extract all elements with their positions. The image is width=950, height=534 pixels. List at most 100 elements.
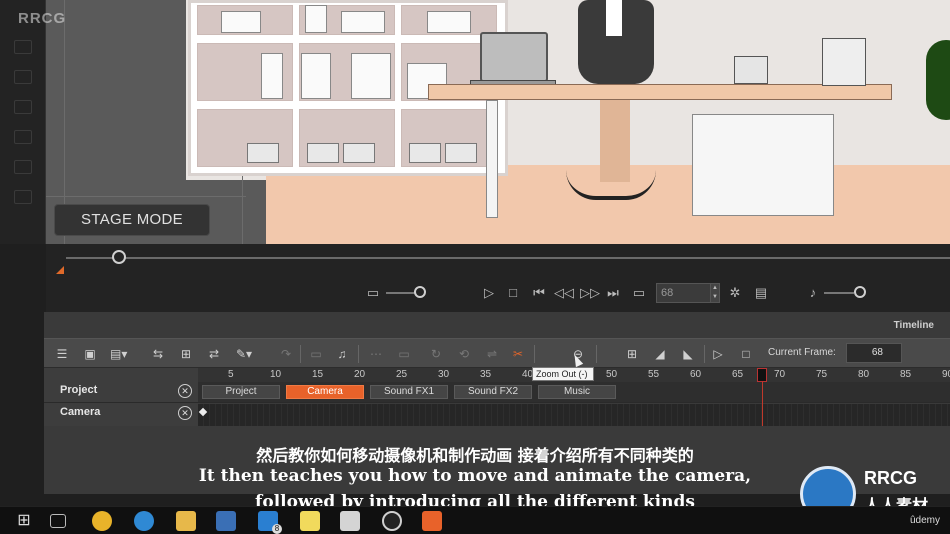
ruler-tick-label: 85 [900, 369, 912, 380]
select-track-icon[interactable]: ▣ [82, 346, 98, 362]
play-icon[interactable]: ▷ [480, 284, 498, 302]
watermark-logo-text: RRCG [864, 468, 917, 488]
insert-key-icon[interactable]: ⇆ [150, 346, 166, 362]
stop-icon[interactable]: □ [504, 284, 522, 302]
timeline-play-icon[interactable]: ▷ [710, 346, 726, 362]
character-shirt [606, 0, 622, 36]
plant [926, 40, 950, 120]
chrome-icon[interactable] [92, 511, 112, 531]
music-track-icon[interactable]: ♫ [334, 346, 350, 362]
current-frame-input[interactable]: 68 [846, 343, 902, 363]
ruler-tick-label: 25 [396, 369, 408, 380]
track-labels: Project ✕ Camera ✕ [44, 368, 950, 426]
ruler-tick-label: 60 [690, 369, 702, 380]
fit-icon[interactable]: ⊞ [624, 346, 640, 362]
ruler-tick-label: 55 [648, 369, 660, 380]
current-frame-label: Current Frame: [768, 347, 836, 358]
laptop [480, 32, 548, 82]
ruler-tick-label: 70 [774, 369, 786, 380]
music-volume-knob[interactable] [854, 286, 866, 298]
sync-icon[interactable]: ✂ [510, 346, 526, 362]
tool-slot-icon[interactable] [14, 130, 32, 144]
mail-icon[interactable]: 8 [258, 511, 282, 534]
first-frame-icon[interactable]: ⏮ [530, 284, 548, 302]
frame-number-input[interactable]: 68 [656, 283, 712, 303]
comment-icon[interactable]: ▭ [364, 284, 382, 302]
previous-frame-icon[interactable]: ◁◁ [554, 284, 574, 302]
left-toolbar [0, 0, 46, 244]
store-icon[interactable] [216, 511, 236, 531]
desk-drawer [692, 114, 834, 216]
track-close-project-icon[interactable]: ✕ [178, 384, 192, 398]
mail-badge: 8 [272, 524, 282, 534]
track-list-icon[interactable]: ☰ [54, 346, 70, 362]
ptab-music[interactable]: Music [538, 385, 616, 399]
ruler-tick-label: 30 [438, 369, 450, 380]
stage-mode-button[interactable]: STAGE MODE [54, 204, 210, 236]
ruler-tick-label: 20 [354, 369, 366, 380]
redo-icon[interactable]: ↷ [278, 346, 294, 362]
sticky-notes-icon[interactable] [300, 511, 320, 531]
camera-track-lane[interactable] [198, 404, 950, 426]
loop-range-icon[interactable]: ↻ [428, 346, 444, 362]
speed-icon[interactable]: ⟲ [456, 346, 472, 362]
gear-icon[interactable]: ✲ [726, 284, 744, 302]
paint-icon[interactable] [340, 511, 360, 531]
edit-dropdown-icon[interactable]: ✎▾ [236, 346, 252, 362]
ptab-project[interactable]: Project [202, 385, 280, 399]
edge-icon[interactable] [134, 511, 154, 531]
film-icon[interactable]: ▤ [752, 284, 770, 302]
last-frame-icon[interactable]: ⏭ [604, 284, 622, 302]
next-key-icon[interactable]: ◣ [680, 346, 696, 362]
move-key-icon[interactable]: ⇄ [206, 346, 222, 362]
ptab-sound-fx1[interactable]: Sound FX1 [370, 385, 448, 399]
file-explorer-icon[interactable] [176, 511, 196, 531]
desk-leg [486, 100, 498, 218]
ruler-tick-label: 5 [228, 369, 234, 380]
transition-icon[interactable]: ⇌ [484, 346, 500, 362]
next-frame-icon[interactable]: ▷▷ [580, 284, 600, 302]
stage-zoom-thumb[interactable] [112, 250, 127, 264]
ptab-sound-fx2[interactable]: Sound FX2 [454, 385, 532, 399]
volume-knob[interactable] [414, 286, 426, 298]
playback-bar: ▭ ▷ □ ⏮ ◁◁ ▷▷ ⏭ ▭ 68 ▲ ▼ ✲ ▤ ♪ [46, 274, 950, 312]
ruler-tick-label: 65 [732, 369, 744, 380]
music-volume-track[interactable] [824, 292, 854, 294]
track-close-camera-icon[interactable]: ✕ [178, 406, 192, 420]
layer-dropdown-icon[interactable]: ▤▾ [110, 346, 127, 362]
ptab-camera[interactable]: Camera [286, 385, 364, 399]
watermark-text: RRCG [18, 10, 67, 27]
task-view-icon[interactable] [50, 514, 66, 528]
ruler-tick-label: 50 [606, 369, 618, 380]
loop-icon[interactable]: ▭ [630, 284, 648, 302]
music-note-icon[interactable]: ♪ [804, 284, 822, 302]
playhead-handle[interactable] [757, 368, 767, 382]
timeline-stop-icon[interactable]: □ [738, 346, 754, 362]
playhead-line [762, 382, 763, 426]
track-label-project[interactable]: Project [60, 384, 97, 396]
prev-key-icon[interactable]: ◢ [652, 346, 668, 362]
ruler-tick-label: 10 [270, 369, 282, 380]
frame-spinner[interactable]: ▲ ▼ [710, 283, 720, 303]
resize-corner-icon[interactable] [56, 266, 64, 274]
tool-slot-icon[interactable] [14, 70, 32, 84]
tool-slot-icon[interactable] [14, 100, 32, 114]
tool-slot-icon[interactable] [14, 190, 32, 204]
obs-icon[interactable] [382, 511, 402, 531]
udemy-label: ûdemy [909, 515, 940, 526]
tool-slot-icon[interactable] [14, 40, 32, 54]
add-key-icon[interactable]: ⊞ [178, 346, 194, 362]
timeline-toolbar: ☰ ▣ ▤▾ ⇆ ⊞ ⇄ ✎▾ ↷ ▭ ♫ ⋯ ▭ ↻ ⟲ ⇌ ✂ ⊖ ⊞ ◢ … [44, 338, 950, 368]
desk-top [428, 84, 892, 100]
cartoon-animator-icon[interactable] [422, 511, 442, 531]
guide-line [46, 196, 246, 197]
range-icon[interactable]: ⋯ [368, 346, 384, 362]
volume-track[interactable] [386, 292, 416, 294]
track-label-camera[interactable]: Camera [60, 406, 100, 418]
windows-start-icon[interactable]: ⊞ [14, 511, 34, 531]
stage-zoom-track[interactable] [66, 257, 950, 259]
comment-track-icon[interactable]: ▭ [308, 346, 324, 362]
tool-slot-icon[interactable] [14, 160, 32, 174]
break-icon[interactable]: ▭ [396, 346, 412, 362]
stage-viewport[interactable]: STAGE MODE [0, 0, 950, 244]
